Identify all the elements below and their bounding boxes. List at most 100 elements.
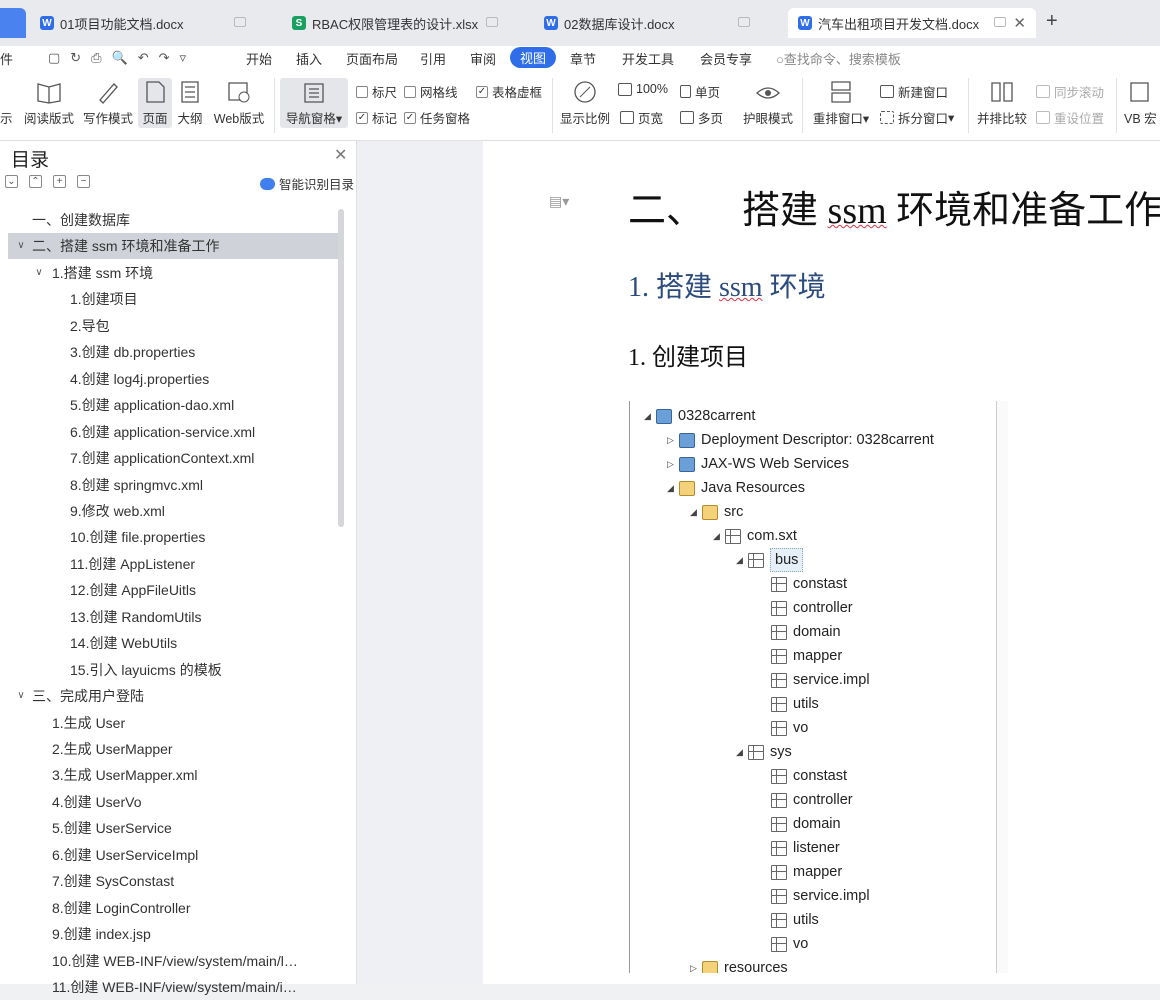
toc-item[interactable]: 13.创建 RandomUtils xyxy=(8,604,344,630)
toc-item[interactable]: 2.导包 xyxy=(8,313,344,339)
toc-item[interactable]: 3.创建 db.properties xyxy=(8,339,344,365)
outline-button[interactable]: 大纲 xyxy=(176,80,204,127)
nav-pane-button[interactable]: 导航窗格▾ xyxy=(280,78,348,128)
menu-reference[interactable]: 引用 xyxy=(420,49,446,68)
toc-item[interactable]: 9.修改 web.xml xyxy=(8,498,344,524)
toc-item[interactable]: 3.生成 UserMapper.xml xyxy=(8,762,344,788)
tab-doc-4-active[interactable]: W 汽车出租项目开发文档.docx ✕ xyxy=(788,8,1036,38)
toc-item[interactable]: 12.创建 AppFileUitls xyxy=(8,577,344,603)
toc-item[interactable]: 10.创建 WEB-INF/view/system/main/l… xyxy=(8,948,344,974)
toc-item[interactable]: ∨ 二、搭建 ssm 环境和准备工作 xyxy=(8,233,344,260)
menu-insert[interactable]: 插入 xyxy=(296,49,322,68)
toc-item[interactable]: 1.创建项目 xyxy=(8,286,344,312)
menu-review[interactable]: 审阅 xyxy=(470,49,496,68)
pin-icon[interactable] xyxy=(994,17,1006,27)
menu-file[interactable]: 件 xyxy=(0,49,13,68)
marks-checkbox[interactable]: ✓ 标记 xyxy=(356,108,397,127)
write-mode-button[interactable]: 写作模式 xyxy=(82,80,134,127)
pin-icon[interactable] xyxy=(234,17,246,27)
eye-mode-button[interactable]: 护眼模式 xyxy=(742,80,794,127)
toc-item[interactable]: 7.创建 applicationContext.xml xyxy=(8,445,344,471)
smart-toc-button[interactable]: 智能识别目录 xyxy=(260,174,354,193)
package-icon xyxy=(771,768,787,784)
paragraph-marker-icon[interactable]: ▤▾ xyxy=(549,193,569,210)
toc-item[interactable]: 4.创建 UserVo xyxy=(8,789,344,815)
read-mode-button[interactable]: 阅读版式 xyxy=(24,80,74,127)
multi-page-button[interactable]: 多页 xyxy=(680,108,723,127)
plus-icon[interactable]: + xyxy=(53,175,66,188)
toc-item[interactable]: 2.生成 UserMapper xyxy=(8,736,344,762)
toc-item[interactable]: 6.创建 UserServiceImpl xyxy=(8,842,344,868)
toc-item[interactable]: 一、创建数据库 xyxy=(8,207,344,233)
new-window-button[interactable]: 新建窗口 xyxy=(880,82,948,101)
sync-scroll-button[interactable]: 同步滚动 xyxy=(1036,82,1104,101)
grid-checkbox[interactable]: 网格线 xyxy=(404,82,458,101)
rearrange-window-button[interactable]: 重排窗口▾ xyxy=(810,80,872,127)
toc-item[interactable]: 14.创建 WebUtils xyxy=(8,630,344,656)
toc-item[interactable]: 15.引入 layuicms 的模板 xyxy=(8,657,344,683)
compare-icon xyxy=(991,82,1013,102)
toc-item[interactable]: 10.创建 file.properties xyxy=(8,524,344,550)
chevron-down-icon[interactable]: ∨ xyxy=(14,233,28,259)
toc-item-label: 1.创建项目 xyxy=(70,291,138,308)
close-tab-icon[interactable]: ✕ xyxy=(1013,14,1026,32)
tree-node-label: mapper xyxy=(793,648,843,664)
toc-item[interactable]: 1.生成 User xyxy=(8,710,344,736)
toc-item[interactable]: 8.创建 LoginController xyxy=(8,895,344,921)
menu-chapter[interactable]: 章节 xyxy=(570,49,596,68)
tab-doc-2[interactable]: S RBAC权限管理表的设计.xlsx xyxy=(282,8,528,38)
globe-icon xyxy=(228,82,250,103)
toc-item[interactable]: 4.创建 log4j.properties xyxy=(8,366,344,392)
close-icon[interactable]: ✕ xyxy=(334,145,347,165)
table-lines-checkbox[interactable]: ✓ 表格虚框 xyxy=(476,82,542,101)
tree-node-label: constast xyxy=(793,576,847,592)
pin-icon[interactable] xyxy=(486,17,498,27)
compare-button[interactable]: 并排比较 xyxy=(976,80,1028,127)
menu-member[interactable]: 会员专享 xyxy=(700,49,752,68)
tree-node-label: domain xyxy=(793,624,841,640)
task-pane-checkbox[interactable]: ✓ 任务窗格 xyxy=(404,108,470,127)
divider xyxy=(802,78,803,133)
tree-node: utils xyxy=(759,693,819,715)
pin-icon[interactable] xyxy=(738,17,750,27)
vb-macro-button[interactable]: VB 宏 xyxy=(1124,80,1160,127)
zoom-button[interactable]: 显示比例 xyxy=(560,80,610,127)
search-command[interactable]: ○查找命令、搜索模板 xyxy=(776,49,901,68)
toc-item[interactable]: 9.创建 index.jsp xyxy=(8,921,344,947)
toc-item[interactable]: ∨ 1.搭建 ssm 环境 xyxy=(8,260,344,286)
web-mode-button[interactable]: Web版式 xyxy=(212,80,266,127)
split-window-button[interactable]: 拆分窗口 ▾ xyxy=(880,108,954,127)
sync-icon xyxy=(1036,85,1050,98)
toc-item[interactable]: 6.创建 application-service.xml xyxy=(8,419,344,445)
chevron-down-icon[interactable]: ∨ xyxy=(32,260,46,286)
toc-item[interactable]: 5.创建 UserService xyxy=(8,815,344,841)
toc-item[interactable]: 8.创建 springmvc.xml xyxy=(8,472,344,498)
toc-item-label: 12.创建 AppFileUitls xyxy=(70,582,197,599)
page-mode-button[interactable]: 页面 xyxy=(138,78,172,128)
app-menu-button[interactable] xyxy=(0,8,26,38)
sidebar-scrollbar[interactable] xyxy=(338,209,344,527)
toc-item[interactable]: 11.创建 AppListener xyxy=(8,551,344,577)
new-tab-button[interactable]: + xyxy=(1046,10,1058,33)
minus-icon[interactable]: − xyxy=(77,175,90,188)
collapse-all-icon[interactable]: ⌄ xyxy=(5,175,18,188)
toc-item[interactable]: ∨ 三、完成用户登陆 xyxy=(8,683,344,709)
page-width-button[interactable]: 页宽 xyxy=(620,108,663,127)
toc-item[interactable]: 11.创建 WEB-INF/view/system/main/i… xyxy=(8,974,344,1000)
menu-view[interactable]: 视图 xyxy=(510,47,557,68)
tab-doc-1[interactable]: W 01项目功能文档.docx xyxy=(30,8,276,38)
toc-item[interactable]: 5.创建 application-dao.xml xyxy=(8,392,344,418)
chevron-down-icon[interactable]: ∨ xyxy=(14,683,28,709)
reset-position-button[interactable]: 重设位置 xyxy=(1036,108,1104,127)
tab-doc-3[interactable]: W 02数据库设计.docx xyxy=(534,8,780,38)
show-button[interactable]: 示 xyxy=(0,108,13,127)
single-page-button[interactable]: 单页 xyxy=(680,82,720,101)
toc-item[interactable]: 7.创建 SysConstast xyxy=(8,868,344,894)
menu-bar: 件 ▢↻⎙🔍↶↷▿ 开始 插入 页面布局 引用 审阅 视图 章节 开发工具 会员… xyxy=(0,46,1160,70)
menu-layout[interactable]: 页面布局 xyxy=(346,49,398,68)
zoom-100-button[interactable]: 100% xyxy=(618,82,668,96)
menu-devtools[interactable]: 开发工具 xyxy=(622,49,674,68)
menu-start[interactable]: 开始 xyxy=(246,49,272,68)
ruler-checkbox[interactable]: 标尺 xyxy=(356,82,397,101)
expand-up-icon[interactable]: ⌃ xyxy=(29,175,42,188)
